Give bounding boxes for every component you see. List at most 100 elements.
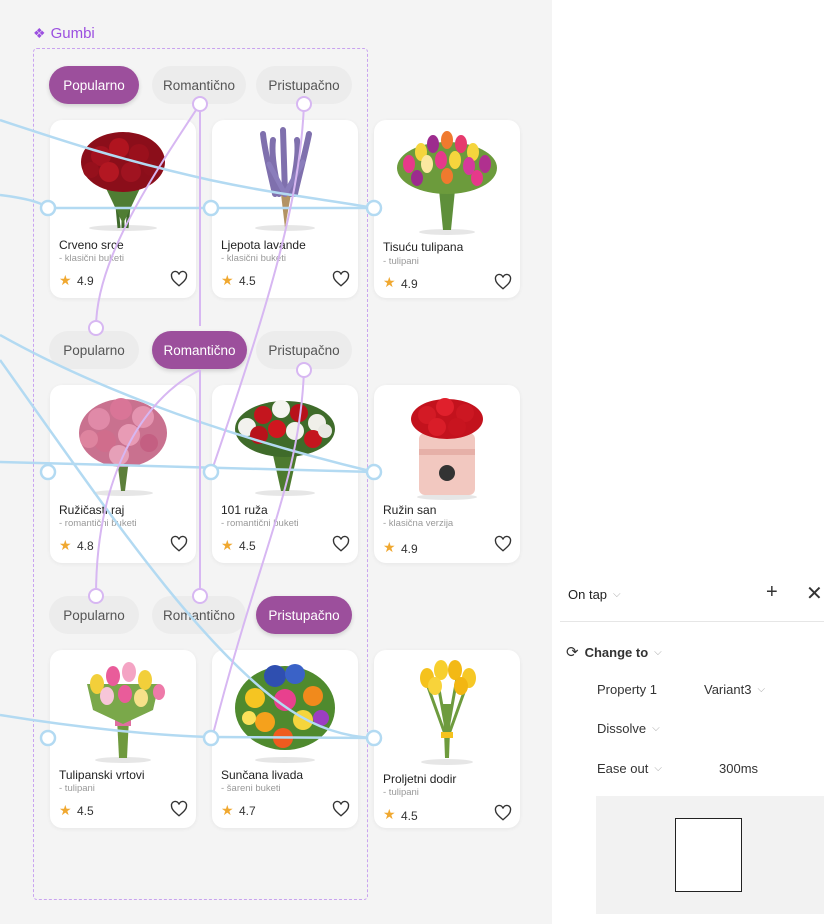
red-white-roses-image [235, 400, 335, 496]
close-icon[interactable]: ✕ [806, 581, 823, 606]
rose-box-image [411, 398, 483, 500]
heart-icon[interactable] [494, 535, 512, 553]
chevron-down-icon: ⌵ [654, 646, 662, 658]
heart-icon[interactable] [170, 270, 188, 288]
duration-input[interactable]: 300ms [719, 761, 758, 776]
easing-dropdown[interactable]: Ease out ⌵ [597, 761, 662, 776]
pink-roses-image [79, 398, 167, 496]
tab-pristupacno[interactable]: Pristupačno [256, 66, 352, 104]
product-category: - klasični buketi [221, 253, 286, 264]
chevron-down-icon: ⌵ [652, 723, 660, 734]
product-rating: 4.7 [239, 804, 256, 818]
product-rating: 4.9 [401, 542, 418, 556]
lavender-image [255, 127, 315, 231]
heart-icon[interactable] [332, 270, 350, 288]
action-dropdown[interactable]: ⟳ Change to ⌵ [566, 643, 662, 661]
product-name: Sunčana livada [221, 768, 304, 782]
product-category: - romantični buketi [221, 518, 299, 529]
star-icon: ★ [383, 274, 396, 290]
product-rating: 4.9 [77, 274, 94, 288]
tab-romanticno[interactable]: Romantično [152, 66, 246, 104]
trigger-dropdown[interactable]: On tap ⌵ [568, 587, 621, 602]
component-title[interactable]: ❖ Gumbi [33, 25, 95, 42]
tab-label: Pristupačno [268, 342, 340, 358]
product-rating: 4.5 [239, 274, 256, 288]
star-icon: ★ [59, 802, 72, 818]
tab-label: Popularno [63, 77, 125, 93]
product-rating: 4.5 [77, 804, 94, 818]
tab-romanticno[interactable]: Romantično [152, 331, 247, 369]
colorful-meadow-image [235, 664, 335, 763]
product-card[interactable]: Ljepota lavande - klasični buketi ★ 4.5 [212, 120, 358, 298]
star-icon: ★ [59, 537, 72, 553]
property-name: Property 1 [597, 682, 657, 697]
product-rating: 4.9 [401, 277, 418, 291]
product-name: Proljetni dodir [383, 772, 457, 786]
trigger-label: On tap [568, 587, 608, 602]
red-roses-image [81, 132, 165, 231]
product-category: - klasična verzija [383, 518, 454, 529]
product-category: - šareni buketi [221, 783, 281, 794]
product-card[interactable]: Tulipanski vrtovi - tulipani ★ 4.5 [50, 650, 196, 828]
tab-pristupacno[interactable]: Pristupačno [256, 596, 352, 634]
tab-pristupacno[interactable]: Pristupačno [256, 331, 352, 369]
tab-label: Popularno [63, 342, 125, 358]
product-card[interactable]: Sunčana livada - šareni buketi ★ 4.7 [212, 650, 358, 828]
star-icon: ★ [383, 806, 396, 822]
yellow-tulips-image [420, 660, 476, 765]
chevron-down-icon: ⌵ [654, 763, 662, 774]
heart-icon[interactable] [332, 535, 350, 553]
duration-value: 300ms [719, 761, 759, 776]
heart-icon[interactable] [332, 800, 350, 818]
heart-icon[interactable] [170, 800, 188, 818]
tab-label: Popularno [63, 607, 125, 623]
component-name: Gumbi [50, 25, 95, 42]
star-icon: ★ [221, 272, 234, 288]
product-category: - tulipani [383, 787, 419, 798]
product-card[interactable]: Ružin san - klasična verzija ★ 4.9 [374, 385, 520, 563]
animation-preview [596, 796, 824, 914]
product-card[interactable]: 101 ruža - romantični buketi ★ 4.5 [212, 385, 358, 563]
product-name: 101 ruža [221, 503, 268, 517]
property-value: Variant3 [704, 682, 752, 697]
change-to-icon: ⟳ [566, 644, 579, 661]
product-card[interactable]: Proljetni dodir - tulipani ★ 4.5 [374, 650, 520, 828]
product-name: Tulipanski vrtovi [59, 768, 145, 782]
heart-icon[interactable] [494, 804, 512, 822]
tab-label: Pristupačno [268, 77, 340, 93]
product-card[interactable]: Tisuću tulipana - tulipani ★ 4.9 [374, 120, 520, 298]
heart-icon[interactable] [170, 535, 188, 553]
add-icon[interactable]: + [766, 581, 778, 604]
action-label: Change to [584, 644, 649, 660]
divider [560, 621, 824, 622]
preview-frame [675, 818, 742, 892]
property-value-dropdown[interactable]: Variant3 ⌵ [704, 682, 765, 697]
interaction-panel: On tap ⌵ + ✕ ⟳ Change to ⌵ Property 1 Va… [560, 575, 824, 924]
product-category: - klasični buketi [59, 253, 124, 264]
product-category: - romantični buketi [59, 518, 137, 529]
animation-dropdown[interactable]: Dissolve ⌵ [597, 721, 660, 736]
heart-icon[interactable] [494, 273, 512, 291]
product-rating: 4.5 [401, 809, 418, 823]
tab-popularno[interactable]: Popularno [49, 331, 139, 369]
tab-label: Pristupačno [268, 607, 340, 623]
product-category: - tulipani [383, 256, 419, 267]
easing-label: Ease out [597, 761, 649, 776]
tulip-bouquet-image [87, 662, 165, 763]
product-card[interactable]: Ružičasti raj - romantični buketi ★ 4.8 [50, 385, 196, 563]
tab-popularno[interactable]: Popularno [49, 596, 139, 634]
product-category: - tulipani [59, 783, 95, 794]
mixed-tulips-image [397, 131, 497, 235]
product-card[interactable]: Crveno srce - klasični buketi ★ 4.9 [50, 120, 196, 298]
star-icon: ★ [59, 272, 72, 288]
animation-label: Dissolve [597, 721, 647, 736]
product-name: Ružin san [383, 503, 437, 517]
star-icon: ★ [221, 537, 234, 553]
tab-popularno[interactable]: Popularno [49, 66, 139, 104]
design-canvas[interactable]: ❖ Gumbi Popularno Romantično Pristupačno… [0, 0, 552, 924]
tab-label: Romantično [162, 77, 236, 93]
tab-romanticno[interactable]: Romantično [152, 596, 246, 634]
product-name: Ljepota lavande [221, 238, 306, 252]
tab-label: Romantično [163, 342, 236, 358]
product-name: Crveno srce [59, 238, 124, 252]
